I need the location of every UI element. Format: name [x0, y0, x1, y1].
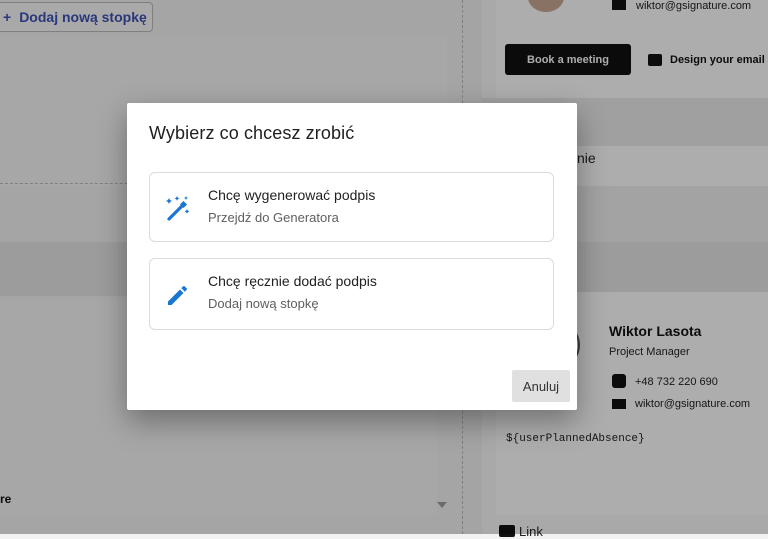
- option-subtitle: Dodaj nową stopkę: [208, 296, 319, 311]
- option-subtitle: Przejdź do Generatora: [208, 210, 339, 225]
- dialog-title: Wybierz co chcesz zrobić: [149, 123, 355, 143]
- pencil-icon: [168, 286, 187, 305]
- generate-signature-option[interactable]: Chcę wygenerować podpis Przejdź do Gener…: [149, 172, 554, 242]
- cancel-button[interactable]: Anuluj: [512, 370, 570, 402]
- magic-wand-icon: [166, 196, 190, 221]
- option-title: Chcę ręcznie dodać podpis: [208, 273, 377, 289]
- option-title: Chcę wygenerować podpis: [208, 187, 376, 203]
- manual-signature-option[interactable]: Chcę ręcznie dodać podpis Dodaj nową sto…: [149, 258, 554, 330]
- choose-action-dialog: Wybierz co chcesz zrobić Chcę wygenerowa…: [127, 103, 577, 410]
